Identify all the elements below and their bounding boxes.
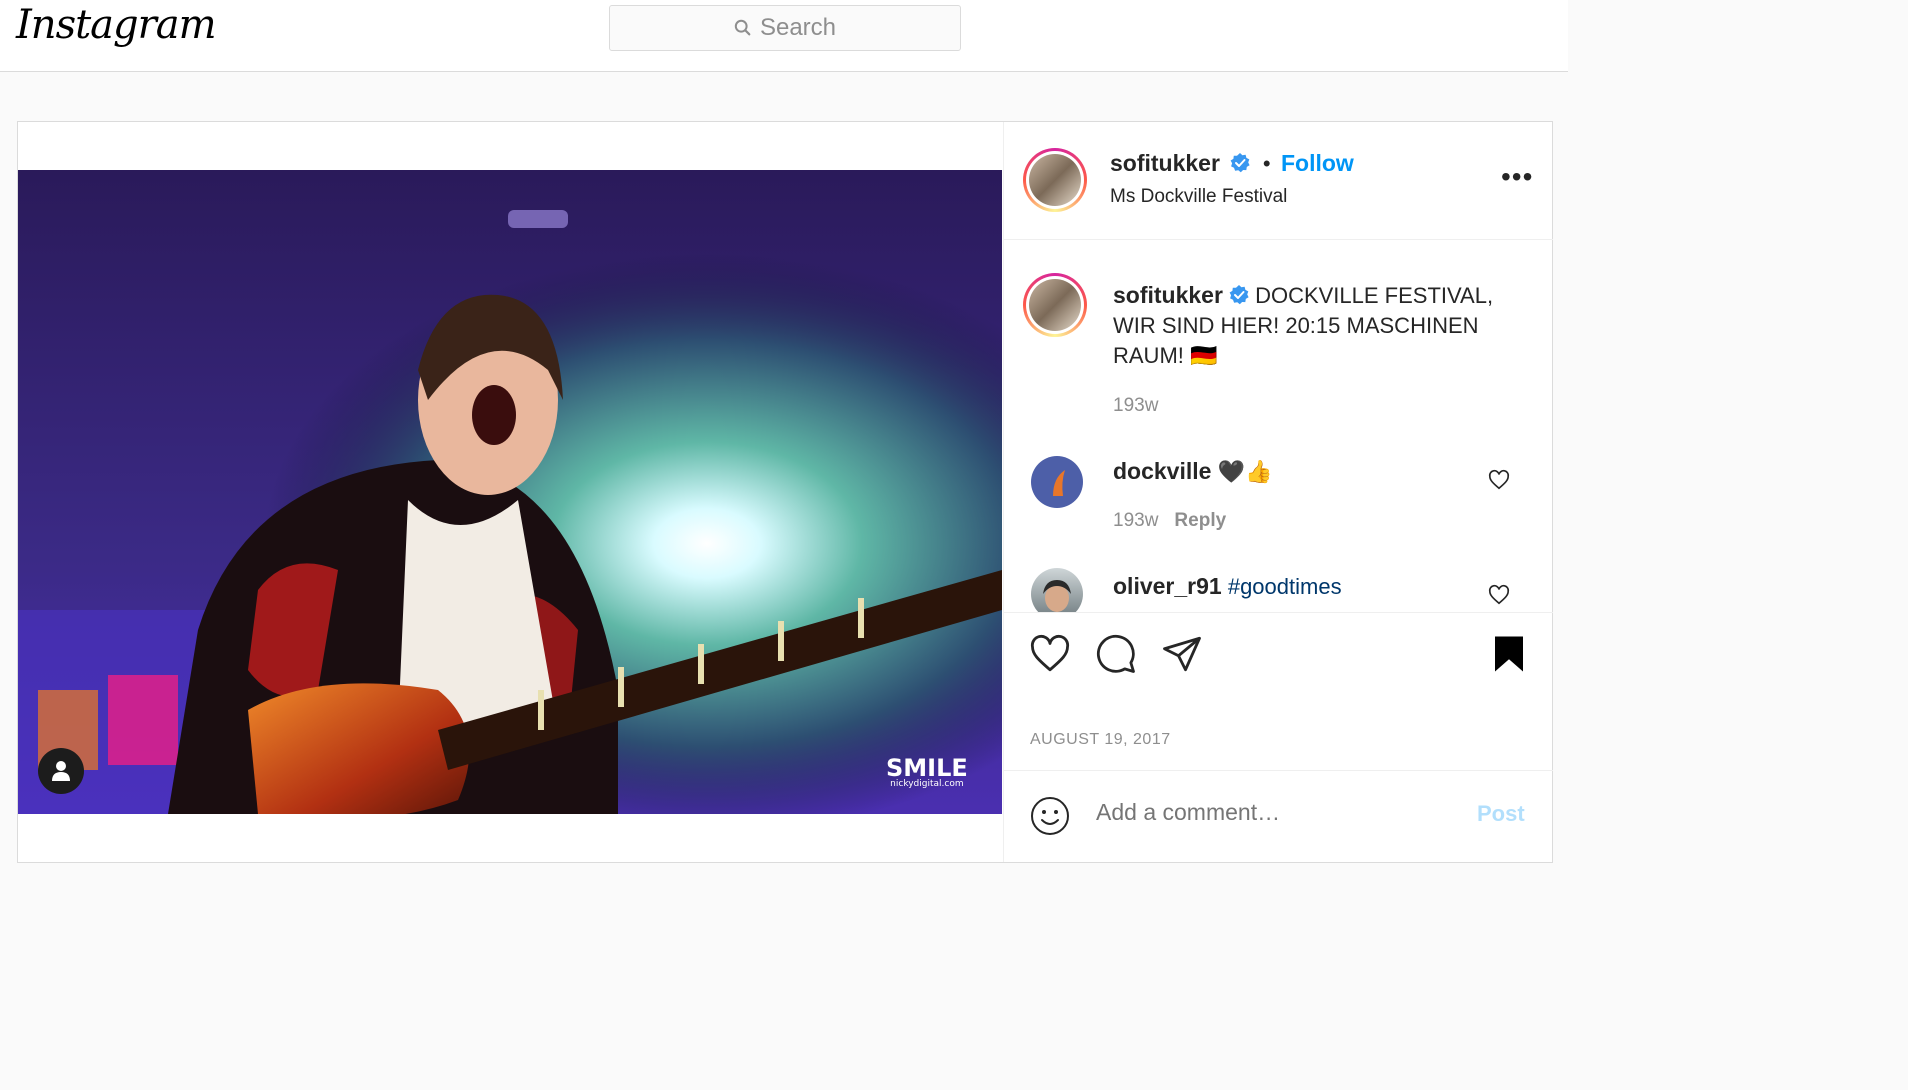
user-tag-button[interactable] (38, 748, 84, 794)
comments-section[interactable]: sofitukker DOCKVILLE FESTIVAL, WIR SIND … (1004, 240, 1553, 612)
watermark-brand: SMILE (886, 754, 968, 782)
comment-input[interactable] (1096, 799, 1446, 826)
comment-icon[interactable] (1095, 633, 1137, 675)
comment-like-icon[interactable] (1488, 469, 1510, 491)
author-username[interactable]: sofitukker (1110, 150, 1220, 176)
comment-timestamp[interactable]: 193w (1113, 510, 1158, 531)
caption-timestamp[interactable]: 193w (1113, 395, 1158, 417)
author-line: sofitukker • Follow (1110, 150, 1354, 177)
share-icon[interactable] (1161, 633, 1203, 675)
top-navigation-bar: Instagram Search (0, 0, 1568, 72)
caption: sofitukker DOCKVILLE FESTIVAL, WIR SIND … (1113, 280, 1533, 371)
post-header: sofitukker • Follow Ms Dockville Festiva… (1004, 122, 1553, 240)
comment-username[interactable]: dockville (1113, 458, 1211, 484)
instagram-logo[interactable]: Instagram (16, 2, 217, 48)
reply-button[interactable]: Reply (1174, 510, 1226, 531)
watermark-site: nickydigital.com (890, 779, 964, 789)
concert-photo (18, 170, 1002, 814)
add-comment-bar: Post (1004, 770, 1553, 863)
search-placeholder: Search (759, 14, 837, 41)
commenter-avatar[interactable] (1031, 568, 1083, 612)
emoji-icon[interactable] (1030, 796, 1070, 836)
search-box[interactable]: Search (609, 5, 961, 51)
verified-badge-icon (1229, 285, 1249, 305)
comment-text: 🖤👍 (1217, 459, 1273, 484)
user-tag-icon (52, 761, 70, 781)
comment-username[interactable]: oliver_r91 (1113, 573, 1222, 599)
author-avatar[interactable] (1023, 148, 1087, 212)
caption-avatar[interactable] (1023, 273, 1087, 337)
verified-badge-icon (1230, 153, 1250, 173)
caption-username[interactable]: sofitukker (1113, 282, 1223, 308)
photo-watermark: SMILE nickydigital.com (886, 756, 968, 789)
search-icon (734, 19, 751, 36)
post-actions: AUGUST 19, 2017 (1004, 612, 1553, 771)
comment-item: dockville 🖤👍 (1113, 458, 1272, 485)
post-location[interactable]: Ms Dockville Festival (1110, 186, 1287, 208)
comment-like-icon[interactable] (1488, 584, 1510, 606)
comment-hashtag[interactable]: #goodtimes (1228, 574, 1342, 599)
follow-button[interactable]: Follow (1281, 150, 1354, 176)
more-options-icon[interactable]: ••• (1501, 163, 1533, 191)
like-icon[interactable] (1029, 633, 1071, 675)
separator-dot: • (1262, 151, 1271, 176)
bookmark-icon[interactable] (1488, 633, 1530, 675)
post-card: SMILE nickydigital.com sofitukker • Foll… (17, 121, 1553, 863)
post-date[interactable]: AUGUST 19, 2017 (1030, 731, 1171, 749)
post-button[interactable]: Post (1477, 801, 1525, 827)
commenter-avatar[interactable] (1031, 456, 1083, 508)
comment-meta: 193w Reply (1113, 510, 1226, 532)
post-image[interactable]: SMILE nickydigital.com (18, 170, 1002, 814)
comment-item: oliver_r91 #goodtimes (1113, 573, 1342, 600)
post-sidebar: sofitukker • Follow Ms Dockville Festiva… (1003, 122, 1553, 862)
